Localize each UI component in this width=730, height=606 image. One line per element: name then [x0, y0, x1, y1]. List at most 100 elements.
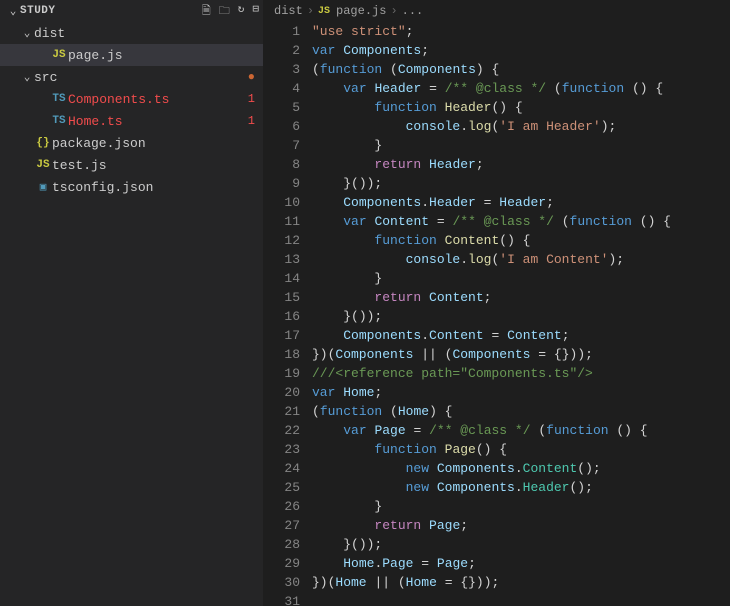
refresh-icon[interactable]: ↻: [238, 2, 245, 21]
tree-item-label: tsconfig.json: [52, 180, 255, 195]
code-line[interactable]: ///<reference path="Components.ts"/>: [312, 364, 730, 383]
line-number: 4: [264, 79, 300, 98]
code-line[interactable]: }());: [312, 174, 730, 193]
js-file-icon: JS: [318, 6, 330, 17]
line-number: 11: [264, 212, 300, 231]
line-number: 16: [264, 307, 300, 326]
line-number: 7: [264, 136, 300, 155]
tree-item-label: src: [34, 70, 248, 85]
tree-folder[interactable]: ⌄src●: [0, 66, 263, 88]
code-line[interactable]: console.log('I am Content');: [312, 250, 730, 269]
code-line[interactable]: new Components.Header();: [312, 478, 730, 497]
file-tree: ⌄distJSpage.js⌄src●TSComponents.ts1TSHom…: [0, 22, 263, 198]
line-number: 18: [264, 345, 300, 364]
line-number: 30: [264, 573, 300, 592]
line-number: 27: [264, 516, 300, 535]
code-line[interactable]: function Header() {: [312, 98, 730, 117]
code-line[interactable]: }: [312, 269, 730, 288]
tree-file[interactable]: ▣tsconfig.json: [0, 176, 263, 198]
line-number: 19: [264, 364, 300, 383]
code-line[interactable]: })(Components || (Components = {}));: [312, 345, 730, 364]
line-number: 22: [264, 421, 300, 440]
explorer-header[interactable]: ⌄ STUDY 🗎 🗀 ↻ ⊟: [0, 0, 263, 22]
code-line[interactable]: new Components.Content();: [312, 459, 730, 478]
error-dot-icon: ●: [248, 70, 255, 84]
code-line[interactable]: function Content() {: [312, 231, 730, 250]
line-number: 14: [264, 269, 300, 288]
editor-panel: dist › JS page.js › ... 1234567891011121…: [264, 0, 730, 606]
explorer-title: STUDY: [20, 5, 202, 17]
code-line[interactable]: }());: [312, 307, 730, 326]
chevron-down-icon: ⌄: [6, 4, 20, 18]
code-line[interactable]: Home.Page = Page;: [312, 554, 730, 573]
error-count-badge: 1: [248, 114, 255, 128]
code-line[interactable]: }: [312, 497, 730, 516]
code-line[interactable]: var Header = /** @class */ (function () …: [312, 79, 730, 98]
js-file-icon: JS: [50, 49, 68, 61]
code-content[interactable]: "use strict";var Components;(function (C…: [312, 22, 730, 606]
new-file-icon[interactable]: 🗎: [202, 2, 211, 21]
line-number: 5: [264, 98, 300, 117]
tree-item-label: package.json: [52, 136, 255, 151]
line-number: 24: [264, 459, 300, 478]
line-number: 25: [264, 478, 300, 497]
line-number: 17: [264, 326, 300, 345]
line-number: 8: [264, 155, 300, 174]
code-line[interactable]: var Content = /** @class */ (function ()…: [312, 212, 730, 231]
code-line[interactable]: console.log('I am Header');: [312, 117, 730, 136]
code-line[interactable]: var Page = /** @class */ (function () {: [312, 421, 730, 440]
code-line[interactable]: var Home;: [312, 383, 730, 402]
tsconfig-file-icon: ▣: [34, 180, 52, 194]
line-number: 26: [264, 497, 300, 516]
tree-file[interactable]: JStest.js: [0, 154, 263, 176]
line-number: 2: [264, 41, 300, 60]
code-line[interactable]: var Components;: [312, 41, 730, 60]
code-line[interactable]: function Page() {: [312, 440, 730, 459]
line-number: 20: [264, 383, 300, 402]
code-line[interactable]: (function (Home) {: [312, 402, 730, 421]
explorer-sidebar: ⌄ STUDY 🗎 🗀 ↻ ⊟ ⌄distJSpage.js⌄src●TSCom…: [0, 0, 264, 606]
line-number: 9: [264, 174, 300, 193]
code-line[interactable]: Components.Header = Header;: [312, 193, 730, 212]
new-folder-icon[interactable]: 🗀: [219, 2, 230, 21]
collapse-icon[interactable]: ⊟: [252, 2, 259, 21]
code-area: 1234567891011121314151617181920212223242…: [264, 22, 730, 606]
tree-item-label: dist: [34, 26, 255, 41]
line-number: 29: [264, 554, 300, 573]
line-number: 3: [264, 60, 300, 79]
code-line[interactable]: return Content;: [312, 288, 730, 307]
line-number: 6: [264, 117, 300, 136]
code-line[interactable]: }: [312, 136, 730, 155]
tree-item-label: Home.ts: [68, 114, 248, 129]
chevron-down-icon: ⌄: [20, 70, 34, 84]
breadcrumb-segment[interactable]: dist: [274, 4, 303, 18]
code-line[interactable]: "use strict";: [312, 22, 730, 41]
tree-item-label: test.js: [52, 158, 255, 173]
tree-file[interactable]: TSComponents.ts1: [0, 88, 263, 110]
code-line[interactable]: [312, 592, 730, 606]
json-file-icon: {}: [34, 137, 52, 149]
line-number: 12: [264, 231, 300, 250]
line-number: 23: [264, 440, 300, 459]
ts-file-icon: TS: [50, 93, 68, 105]
tree-file[interactable]: JSpage.js: [0, 44, 263, 66]
breadcrumb[interactable]: dist › JS page.js › ...: [264, 0, 730, 22]
tree-item-label: Components.ts: [68, 92, 248, 107]
code-line[interactable]: Components.Content = Content;: [312, 326, 730, 345]
code-line[interactable]: (function (Components) {: [312, 60, 730, 79]
tree-file[interactable]: {}package.json: [0, 132, 263, 154]
breadcrumb-segment[interactable]: page.js: [336, 4, 386, 18]
line-number: 13: [264, 250, 300, 269]
breadcrumb-more[interactable]: ...: [402, 4, 424, 18]
line-number: 15: [264, 288, 300, 307]
code-line[interactable]: }());: [312, 535, 730, 554]
tree-folder[interactable]: ⌄dist: [0, 22, 263, 44]
line-number: 21: [264, 402, 300, 421]
explorer-actions: 🗎 🗀 ↻ ⊟: [202, 2, 259, 21]
line-number: 31: [264, 592, 300, 606]
code-line[interactable]: return Page;: [312, 516, 730, 535]
code-line[interactable]: return Header;: [312, 155, 730, 174]
code-line[interactable]: })(Home || (Home = {}));: [312, 573, 730, 592]
line-gutter: 1234567891011121314151617181920212223242…: [264, 22, 312, 606]
tree-file[interactable]: TSHome.ts1: [0, 110, 263, 132]
